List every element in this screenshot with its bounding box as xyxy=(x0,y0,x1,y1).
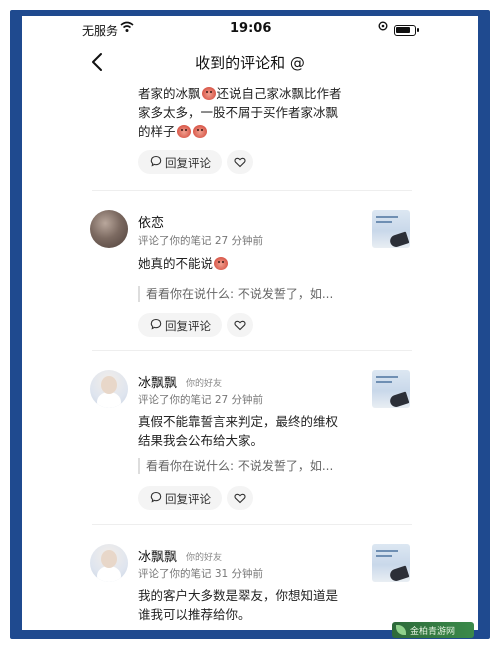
comment-meta: 评论了你的笔记 31 分钟前 xyxy=(138,568,264,580)
reply-comment-button[interactable]: 回复评论 xyxy=(138,313,222,337)
commenter-name[interactable]: 冰飘飘 xyxy=(138,546,177,565)
note-thumbnail[interactable] xyxy=(372,544,410,582)
site-watermark: 金柏青游网 xyxy=(392,622,474,638)
quoted-comment: 看看你在说什么: 不说发誓了，如... xyxy=(138,458,364,474)
comment-icon xyxy=(150,491,162,503)
reply-comment-button[interactable]: 回复评论 xyxy=(138,486,222,510)
comment-text: 真假不能靠誓言来判定，最终的维权 结果我会公布给大家。 xyxy=(138,414,339,448)
commenter-name[interactable]: 依恋 xyxy=(138,212,164,231)
phone-screen: 无服务 19:06 收到的评论和 @ 者家的冰飘 还说自己家冰飘比作者 家多太多，… xyxy=(22,16,478,630)
wifi-icon xyxy=(120,21,134,36)
friend-badge: 你的好友 xyxy=(186,553,223,563)
leaf-logo-icon xyxy=(396,625,406,635)
avatar[interactable] xyxy=(90,544,128,582)
reply-label: 回复评论 xyxy=(165,156,211,170)
comment-text: 我的客户大多数是翠友，你想知道是 谁我可以推荐给你。 xyxy=(138,588,339,622)
note-thumbnail[interactable] xyxy=(372,370,410,408)
clock: 19:06 xyxy=(230,21,272,36)
reply-comment-button[interactable]: 回复评论 xyxy=(138,150,222,174)
status-bar: 无服务 19:06 xyxy=(22,16,478,44)
like-button[interactable] xyxy=(227,313,253,337)
avatar[interactable] xyxy=(90,370,128,408)
heart-icon xyxy=(234,493,246,504)
page-title: 收到的评论和 @ xyxy=(195,54,305,72)
devil-emoji-icon xyxy=(201,87,216,100)
comment-text: 者家的冰飘 还说自己家冰飘比作者 家多太多，一股不屑于买作者家冰飘 的样子 xyxy=(138,86,342,139)
comment-meta: 评论了你的笔记 27 分钟前 xyxy=(138,235,264,247)
like-button[interactable] xyxy=(227,486,253,510)
avatar[interactable] xyxy=(90,210,128,248)
reply-label: 回复评论 xyxy=(165,492,211,506)
quoted-comment: 看看你在说什么: 不说发誓了，如... xyxy=(138,286,364,302)
divider xyxy=(92,190,412,191)
friend-badge: 你的好友 xyxy=(186,379,223,389)
reply-label: 回复评论 xyxy=(165,319,211,333)
battery-level xyxy=(396,27,410,33)
comment-icon xyxy=(150,155,162,167)
like-button[interactable] xyxy=(227,150,253,174)
location-icon xyxy=(378,21,388,34)
comment-icon xyxy=(150,318,162,330)
devil-emoji-icon xyxy=(214,257,229,270)
nav-header: 收到的评论和 @ xyxy=(22,44,478,80)
devil-emoji-icon xyxy=(192,125,207,138)
comment-text: 她真的不能说 xyxy=(138,254,364,273)
devil-emoji-icon xyxy=(176,125,191,138)
comment-meta: 评论了你的笔记 27 分钟前 xyxy=(138,394,264,406)
divider xyxy=(92,524,412,525)
divider xyxy=(92,350,412,351)
heart-icon xyxy=(234,320,246,331)
note-thumbnail[interactable] xyxy=(372,210,410,248)
watermark-text: 金柏青游网 xyxy=(410,627,456,637)
heart-icon xyxy=(234,157,246,168)
battery-icon xyxy=(394,25,419,36)
commenter-name[interactable]: 冰飘飘 xyxy=(138,372,177,391)
carrier-label: 无服务 xyxy=(82,24,119,38)
